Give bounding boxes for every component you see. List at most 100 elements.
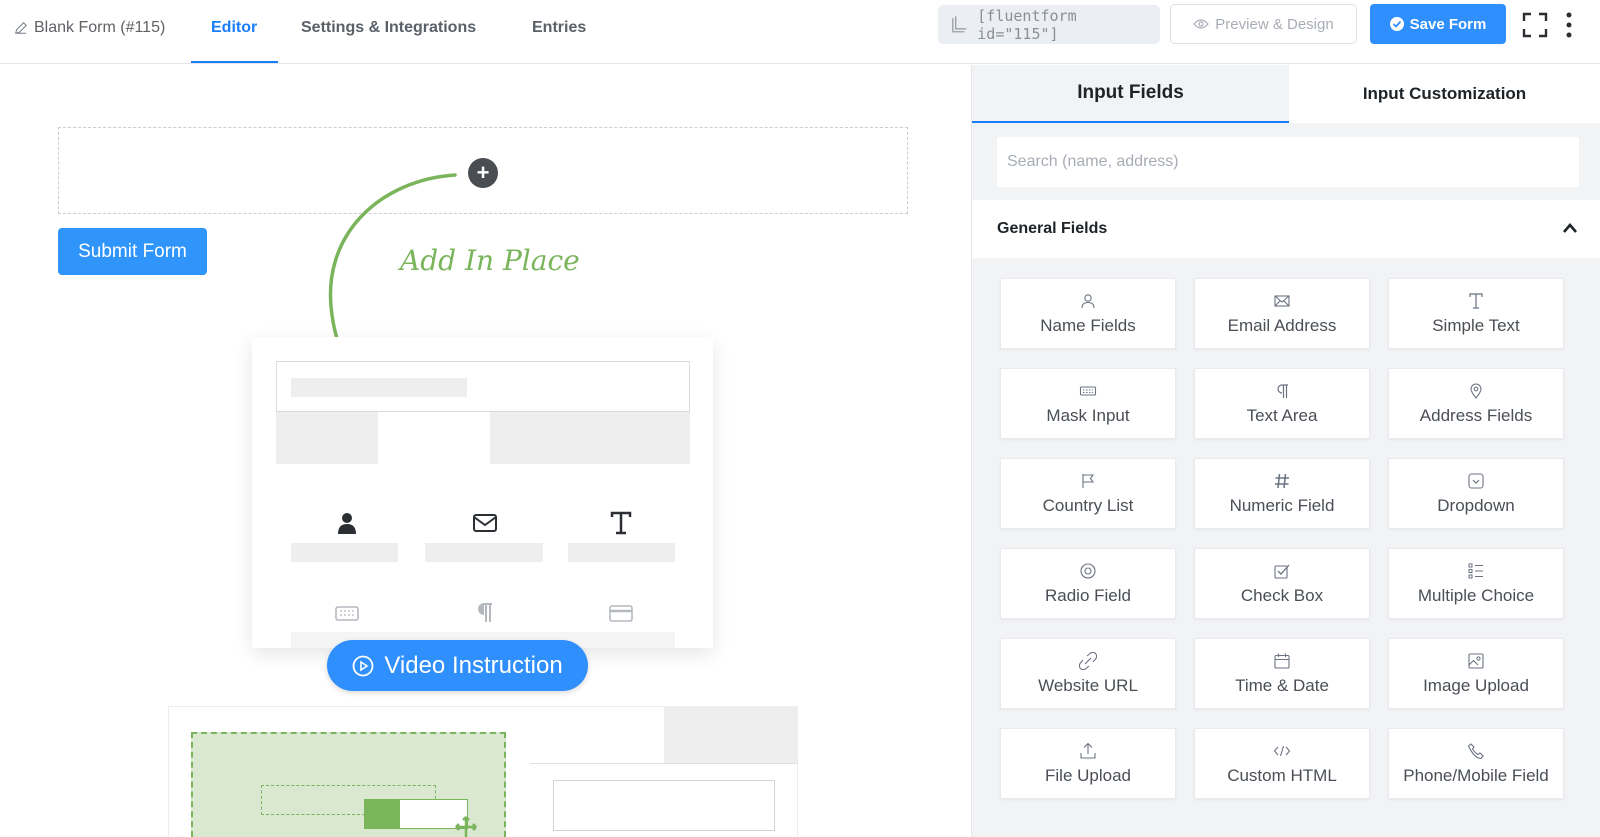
code-icon (1273, 745, 1291, 756)
demo-block-left (276, 412, 378, 464)
demo-placeholder-bar (291, 378, 467, 397)
check-circle-icon (1389, 17, 1404, 31)
field-card-radio-field[interactable]: Radio Field (1000, 548, 1176, 619)
checkbox-icon (1274, 564, 1290, 579)
form-title[interactable]: Blank Form (#115) (14, 19, 165, 37)
field-card-multiple-choice[interactable]: Multiple Choice (1388, 548, 1564, 619)
field-card-label: Mask Input (1046, 405, 1130, 425)
dragged-field-fill (364, 799, 400, 829)
chevron-up-icon[interactable] (1562, 222, 1578, 234)
user-solid-icon (338, 513, 356, 534)
paragraph-icon (478, 603, 492, 622)
save-form-button[interactable]: Save Form (1370, 4, 1506, 44)
field-card-label: Multiple Choice (1417, 585, 1535, 605)
field-card-label: Image Upload (1423, 675, 1529, 695)
field-card-label: File Upload (1045, 765, 1131, 785)
field-card-label: Radio Field (1045, 585, 1131, 605)
phone-icon (1467, 742, 1484, 759)
field-card-address-fields[interactable]: Address Fields (1388, 368, 1564, 439)
demo-label-bar-2 (425, 543, 543, 562)
flag-icon (1082, 473, 1095, 488)
pencil-icon (15, 22, 27, 34)
field-card-label: Phone/Mobile Field (1403, 765, 1549, 785)
form-title-label: Blank Form (#115) (34, 19, 166, 36)
credit-card-icon (609, 605, 633, 622)
field-card-name-fields[interactable]: Name Fields (1000, 278, 1176, 349)
shortcode-text: [fluentform id="115"] (977, 6, 1077, 43)
link-icon (1079, 651, 1097, 670)
tab-input-customization[interactable]: Input Customization (1289, 65, 1600, 123)
demo-label-bar-3 (568, 543, 675, 562)
add-in-place-annotation: Add In Place (400, 244, 580, 277)
demo-label-bar-1 (291, 543, 398, 562)
calendar-icon (1274, 653, 1290, 669)
preview-design-button[interactable]: Preview & Design (1170, 4, 1357, 44)
field-card-label: Address Fields (1419, 405, 1533, 425)
field-card-label: Dropdown (1437, 495, 1515, 515)
section-title: General Fields (997, 220, 1108, 237)
upload-icon (1080, 742, 1096, 759)
more-options-icon[interactable] (1565, 12, 1573, 38)
submit-form-button[interactable]: Submit Form (58, 228, 207, 275)
field-card-label: Numeric Field (1229, 495, 1335, 515)
tab-input-fields[interactable]: Input Fields (972, 65, 1289, 123)
list-icon (1468, 563, 1483, 578)
keyboard-icon (335, 606, 359, 621)
field-card-numeric-field[interactable]: Numeric Field (1194, 458, 1370, 529)
field-card-phone-mobile-field[interactable]: Phone/Mobile Field (1388, 728, 1564, 799)
envelope-icon (1274, 294, 1290, 307)
field-card-email-address[interactable]: Email Address (1194, 278, 1370, 349)
field-card-simple-text[interactable]: Simple Text (1388, 278, 1564, 349)
field-card-label: Custom HTML (1227, 765, 1337, 785)
field-card-label: Simple Text (1432, 315, 1520, 335)
field-card-check-box[interactable]: Check Box (1194, 548, 1370, 619)
add-field-plus-icon[interactable]: + (468, 158, 498, 188)
eye-icon (1193, 19, 1210, 29)
field-card-label: Check Box (1240, 585, 1324, 605)
tab-entries[interactable]: Entries (532, 19, 586, 37)
field-card-file-upload[interactable]: File Upload (1000, 728, 1176, 799)
fullscreen-icon[interactable] (1522, 12, 1548, 38)
dropdown-icon (1468, 472, 1484, 489)
play-circle-icon (352, 655, 374, 676)
lower-demo-block (664, 706, 798, 763)
field-card-country-list[interactable]: Country List (1000, 458, 1176, 529)
paragraph-icon (1277, 383, 1288, 398)
field-card-label: Text Area (1246, 405, 1318, 425)
field-card-text-area[interactable]: Text Area (1194, 368, 1370, 439)
map-pin-icon (1470, 383, 1482, 399)
hash-icon (1275, 473, 1289, 488)
envelope-icon (473, 514, 497, 532)
copy-icon (952, 15, 967, 32)
move-cursor-icon (455, 816, 477, 837)
user-icon (1081, 293, 1095, 308)
lower-demo-input (553, 780, 775, 831)
image-icon (1468, 652, 1484, 669)
field-card-dropdown[interactable]: Dropdown (1388, 458, 1564, 529)
text-icon (610, 511, 632, 535)
keyboard-icon (1079, 385, 1097, 396)
field-card-mask-input[interactable]: Mask Input (1000, 368, 1176, 439)
lower-divider (530, 763, 798, 764)
video-instruction-button[interactable]: Video Instruction (327, 640, 588, 691)
save-label: Save Form (1409, 15, 1487, 33)
tab-settings-integrations[interactable]: Settings & Integrations (301, 19, 476, 37)
text-icon (1469, 292, 1483, 309)
field-card-label: Website URL (1038, 675, 1138, 695)
field-card-label: Email Address (1227, 315, 1337, 335)
tab-editor[interactable]: Editor (211, 19, 257, 37)
field-card-image-upload[interactable]: Image Upload (1388, 638, 1564, 709)
video-label: Video Instruction (384, 651, 563, 679)
field-card-website-url[interactable]: Website URL (1000, 638, 1176, 709)
top-bar: Blank Form (#115) Editor Settings & Inte… (0, 0, 1600, 64)
field-card-custom-html[interactable]: Custom HTML (1194, 728, 1370, 799)
general-fields-header[interactable]: General Fields (972, 200, 1600, 258)
field-card-label: Country List (1042, 495, 1134, 515)
shortcode-copy[interactable]: [fluentform id="115"] (938, 5, 1160, 44)
radio-icon (1080, 562, 1096, 579)
field-card-label: Name Fields (1040, 315, 1136, 335)
field-search-input[interactable] (997, 137, 1579, 187)
field-card-time-date[interactable]: Time & Date (1194, 638, 1370, 709)
preview-label: Preview & Design (1215, 15, 1334, 33)
demo-block-right (490, 412, 690, 464)
